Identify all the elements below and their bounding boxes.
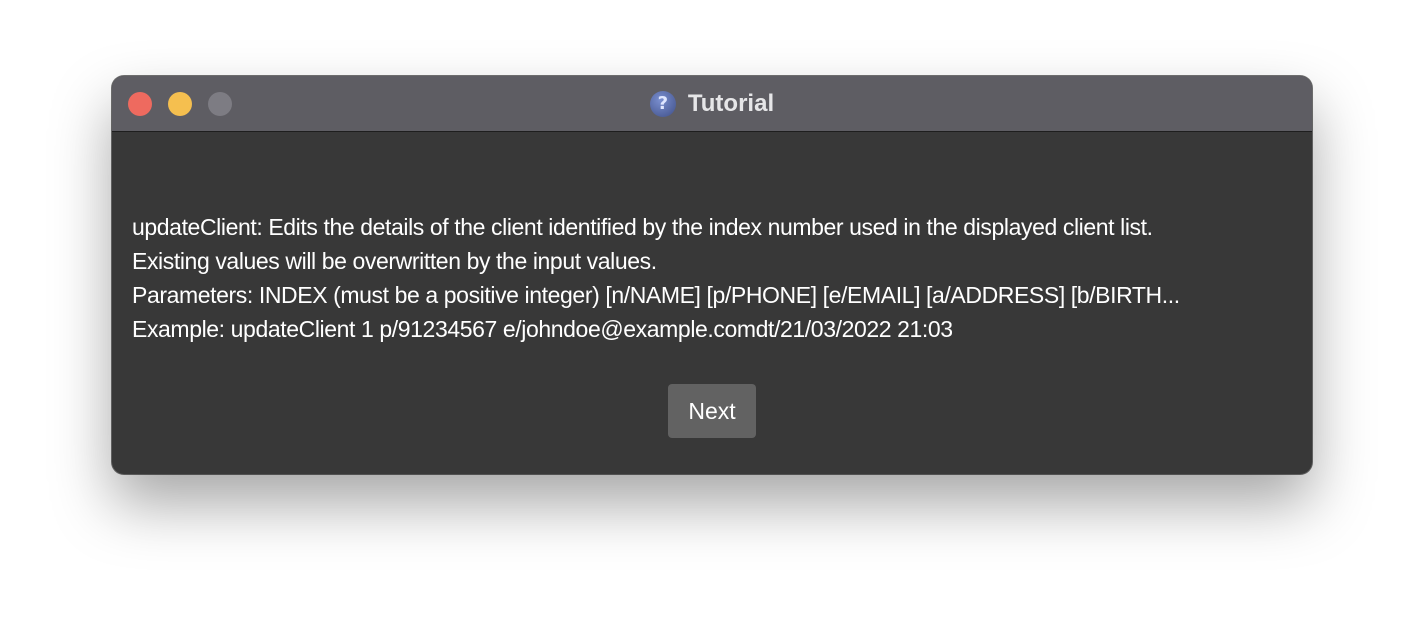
tutorial-line-command: updateClient: Edits the details of the c… — [132, 214, 1153, 240]
tutorial-line-example: Example: updateClient 1 p/91234567 e/joh… — [132, 316, 953, 342]
window-title-group: ? Tutorial — [112, 76, 1312, 132]
title-bar[interactable]: ? Tutorial — [112, 76, 1312, 132]
tutorial-message: updateClient: Edits the details of the c… — [132, 210, 1282, 346]
next-button[interactable]: Next — [668, 384, 756, 438]
tutorial-line-parameters: Parameters: INDEX (must be a positive in… — [132, 282, 1180, 308]
tutorial-window: ? Tutorial updateClient: Edits the detai… — [112, 76, 1312, 474]
help-icon: ? — [649, 91, 676, 117]
tutorial-line-overwrite-note: Existing values will be overwritten by t… — [132, 248, 657, 274]
window-title: Tutorial — [687, 90, 775, 117]
